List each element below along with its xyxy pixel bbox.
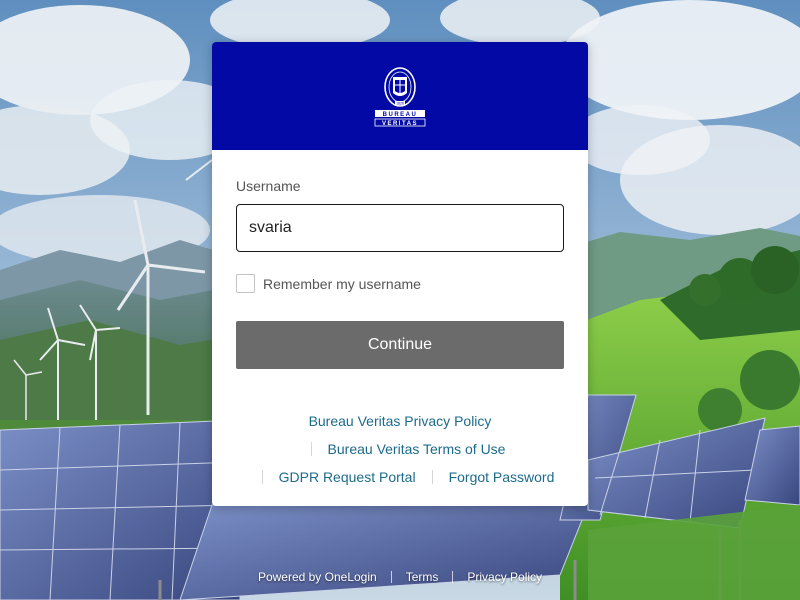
link-separator <box>431 470 433 484</box>
powered-by-link[interactable]: Powered by OneLogin <box>258 570 377 584</box>
footer-links: Bureau Veritas Privacy Policy Bureau Ver… <box>236 407 564 491</box>
gdpr-link[interactable]: GDPR Request Portal <box>279 469 416 485</box>
link-separator <box>310 442 312 456</box>
footer-separator <box>390 571 392 583</box>
username-label: Username <box>236 178 301 194</box>
login-card: 1828 BUREAU VERITAS Username Remember my… <box>212 42 588 506</box>
logo-veritas: VERITAS <box>382 121 418 127</box>
footer-separator <box>452 571 454 583</box>
logo-year: 1828 <box>396 102 404 106</box>
remember-checkbox[interactable] <box>236 274 255 293</box>
forgot-password-link[interactable]: Forgot Password <box>449 469 555 485</box>
logo-bureau: BUREAU <box>383 112 418 118</box>
link-row-1: Bureau Veritas Privacy Policy <box>236 407 564 435</box>
continue-button[interactable]: Continue <box>236 321 564 369</box>
username-field-wrap[interactable] <box>236 204 564 252</box>
remember-row[interactable]: Remember my username <box>236 274 564 293</box>
remember-label[interactable]: Remember my username <box>263 276 421 292</box>
username-input[interactable] <box>249 219 551 237</box>
card-header: 1828 BUREAU VERITAS <box>212 42 588 150</box>
link-row-3: GDPR Request Portal Forgot Password <box>236 463 564 491</box>
login-form: Username Remember my username Continue B… <box>212 150 588 491</box>
link-separator <box>261 470 263 484</box>
link-row-2: Bureau Veritas Terms of Use <box>236 435 564 463</box>
footer-privacy-link[interactable]: Privacy Policy <box>467 570 542 584</box>
footer-terms-link[interactable]: Terms <box>406 570 439 584</box>
privacy-policy-link[interactable]: Bureau Veritas Privacy Policy <box>309 413 492 429</box>
page-footer: Powered by OneLogin Terms Privacy Policy <box>0 570 800 584</box>
bureau-veritas-logo: 1828 BUREAU VERITAS <box>374 67 426 127</box>
terms-of-use-link[interactable]: Bureau Veritas Terms of Use <box>328 441 506 457</box>
